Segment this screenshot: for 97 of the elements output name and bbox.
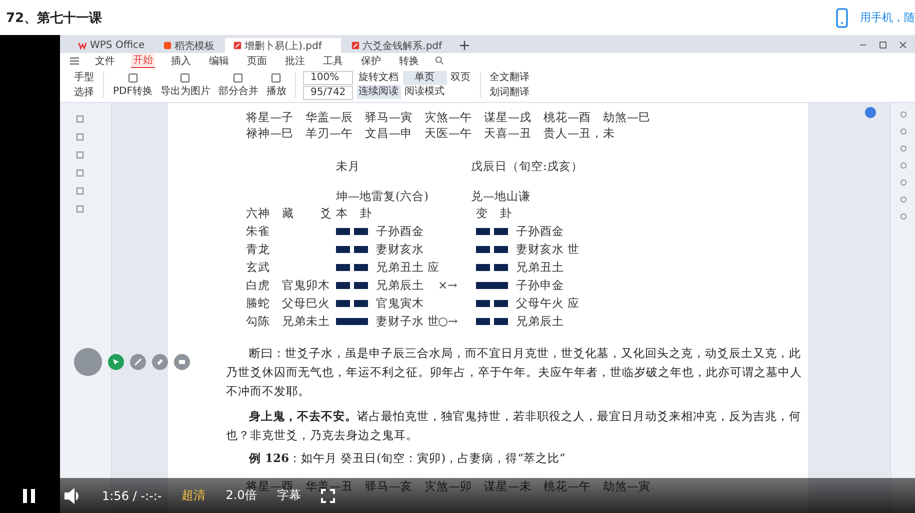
view-button[interactable]: 旋转文档 (356, 71, 401, 85)
month-label: 未月 (336, 158, 361, 174)
wps-logo-icon (78, 41, 87, 50)
view-button[interactable]: 双页 (448, 71, 473, 85)
side-tool-icon[interactable] (900, 196, 906, 203)
column-header: 六神 (246, 205, 271, 221)
menu-tab[interactable]: 插入 (169, 54, 193, 68)
line-cell-text: 妻财亥水 世 (516, 242, 581, 256)
line-cell-text: 子孙酉金 (376, 224, 425, 238)
search-icon[interactable] (435, 56, 444, 65)
menu-tab[interactable]: 编辑 (207, 54, 231, 68)
example-heading: 例 126：如午月 癸丑日(旬空：寅卯)，占妻病，得“萃之比” (248, 450, 566, 467)
side-tool-icon[interactable] (900, 111, 906, 118)
side-tool-icon[interactable] (900, 162, 906, 169)
document-tab[interactable]: 稻壳模板 (154, 38, 223, 53)
six-god-cell-text: 螣蛇 (246, 296, 271, 310)
document-tab[interactable]: 增删卜易(上).pdf (224, 38, 341, 53)
document-tab[interactable]: WPS Office (70, 38, 153, 53)
menu-tab[interactable]: 文件 (93, 54, 117, 68)
tool-button[interactable]: 部分合并 (216, 72, 260, 98)
line-cell-text: 父母午火 应 (516, 296, 581, 310)
hidden-line-cell: 父母巳火 (282, 296, 330, 310)
side-tool-icon[interactable] (900, 145, 906, 152)
template-icon (162, 41, 172, 50)
lesson-title: 72、第七十一课 (6, 10, 102, 26)
line-cell-text: 官鬼寅木 (376, 296, 425, 310)
document-icon (270, 72, 282, 84)
maximize-icon[interactable] (879, 41, 887, 49)
page-number-field[interactable]: 95/742 (303, 86, 353, 100)
quality-button[interactable]: 超清 (182, 487, 206, 504)
line-cell: 妻财子水 世 (376, 314, 438, 328)
zoom-field[interactable]: 100% (303, 70, 353, 84)
paragraph: 身上鬼，不去不安。诸占最怕克世，独官鬼持世，若非职役之人，最宜日月动爻来相冲克，反为吉兆，何也？非克世爻，乃克去身边之鬼耳。 (226, 408, 802, 444)
line-cell-text: 子孙酉金 (516, 224, 565, 238)
line-cell-text: 兄弟辰土 (516, 314, 565, 328)
menu-tab[interactable]: 保护 (359, 54, 383, 68)
pause-icon[interactable] (22, 488, 36, 504)
menu-tab[interactable]: 页面 (245, 54, 269, 68)
tool-button[interactable]: PDF转换 (111, 72, 154, 98)
tool-button[interactable]: 导出为图片 (158, 72, 212, 98)
line-cell-text: 妻财亥水 (376, 242, 425, 256)
six-god-cell-text: 白虎 (246, 278, 271, 292)
hidden-line-cell: 官鬼卯木 (282, 278, 330, 292)
menu-tab[interactable]: 工具 (321, 54, 345, 68)
shensha-line: 将星—子 华盖—辰 驿马—寅 灾煞—午 谋星—戌 桃花—酉 劫煞—巳 (246, 109, 652, 125)
line-cell-text: 兄弟辰土 (376, 278, 425, 292)
menu-tab[interactable]: 批注 (283, 54, 307, 68)
day-label: 戊辰日（旬空:戌亥） (471, 158, 583, 174)
menu-tab[interactable]: 转换 (397, 54, 421, 68)
paragraph: 断曰：世爻子水，虽是申子辰三合水局，而不宜日月克世，世爻化墓，又化回头之克，动爻辰土又克，此乃世爻休囚而无气也，年运不利之征。卯年占，卒于午年。夫应午年者，世临岁破之年也，此亦可谓之墓中人不冲而不发耶。 (226, 345, 803, 400)
hexagram-name: 坤—地雷复(六合) (336, 188, 430, 204)
tool-button[interactable]: 手型 (72, 70, 96, 84)
menu-tab[interactable]: 开始 (131, 52, 155, 68)
translate-button[interactable]: 全文翻译 (488, 70, 532, 84)
pdf-icon (350, 41, 360, 50)
line-cell: 兄弟丑土 应 (376, 260, 438, 274)
document-icon (126, 72, 139, 84)
sidebar-tool-icon[interactable] (76, 205, 84, 213)
column-header: 变 卦 (476, 206, 513, 220)
sidebar-tool-icon[interactable] (76, 169, 84, 177)
line-cell-text: 子孙申金 (516, 278, 565, 292)
column-header: 藏 (282, 206, 294, 220)
sidebar-tool-icon[interactable] (76, 115, 84, 123)
menu-icon[interactable] (70, 56, 79, 64)
line-cell-text: 兄弟丑土 (516, 260, 565, 274)
six-god-cell-text: 青龙 (246, 242, 271, 256)
six-god-cell-text: 朱雀 (246, 224, 271, 238)
column-header: 爻 (320, 206, 332, 220)
mobile-link[interactable]: 用手机，随 (860, 10, 915, 25)
tool-button[interactable]: 选择 (72, 86, 96, 100)
moving-mark: ×→ (438, 278, 458, 292)
translate-button[interactable]: 划词翻译 (488, 86, 532, 100)
moving-mark: ○→ (438, 314, 458, 328)
pdf-icon (232, 41, 242, 50)
side-tool-icon[interactable] (900, 213, 906, 220)
hexagram-name: 兑—地山谦 (471, 188, 530, 204)
hidden-line-cell: 兄弟未土 (282, 314, 330, 328)
six-god-cell-text: 玄武 (246, 260, 271, 274)
view-button[interactable]: 连续阅读 (356, 85, 401, 99)
document-icon (179, 72, 192, 84)
sidebar-tool-icon[interactable] (76, 133, 84, 141)
view-button[interactable]: 阅读模式 (402, 85, 447, 99)
phone-icon (836, 8, 848, 28)
close-icon[interactable] (899, 41, 907, 49)
tool-button[interactable]: 播放 (264, 72, 288, 98)
view-button[interactable]: 单页 (402, 71, 447, 85)
document-tab[interactable]: 六爻金钱解系.pdf (342, 38, 450, 53)
new-tab-icon[interactable] (460, 41, 470, 50)
side-tool-icon[interactable] (900, 128, 906, 135)
document-icon (232, 72, 244, 84)
sidebar-tool-icon[interactable] (76, 151, 84, 159)
six-god-cell-text: 勾陈 (246, 314, 271, 328)
sidebar-tool-icon[interactable] (76, 187, 84, 195)
side-tool-icon[interactable] (900, 179, 906, 186)
shensha-line: 禄神—巳 羊刃—午 文昌—申 天医—午 天喜—丑 贵人—丑，未 (246, 125, 616, 141)
playback-time: 1:56 / -:-:- (102, 488, 162, 502)
column-header: 本 卦 (336, 206, 373, 220)
